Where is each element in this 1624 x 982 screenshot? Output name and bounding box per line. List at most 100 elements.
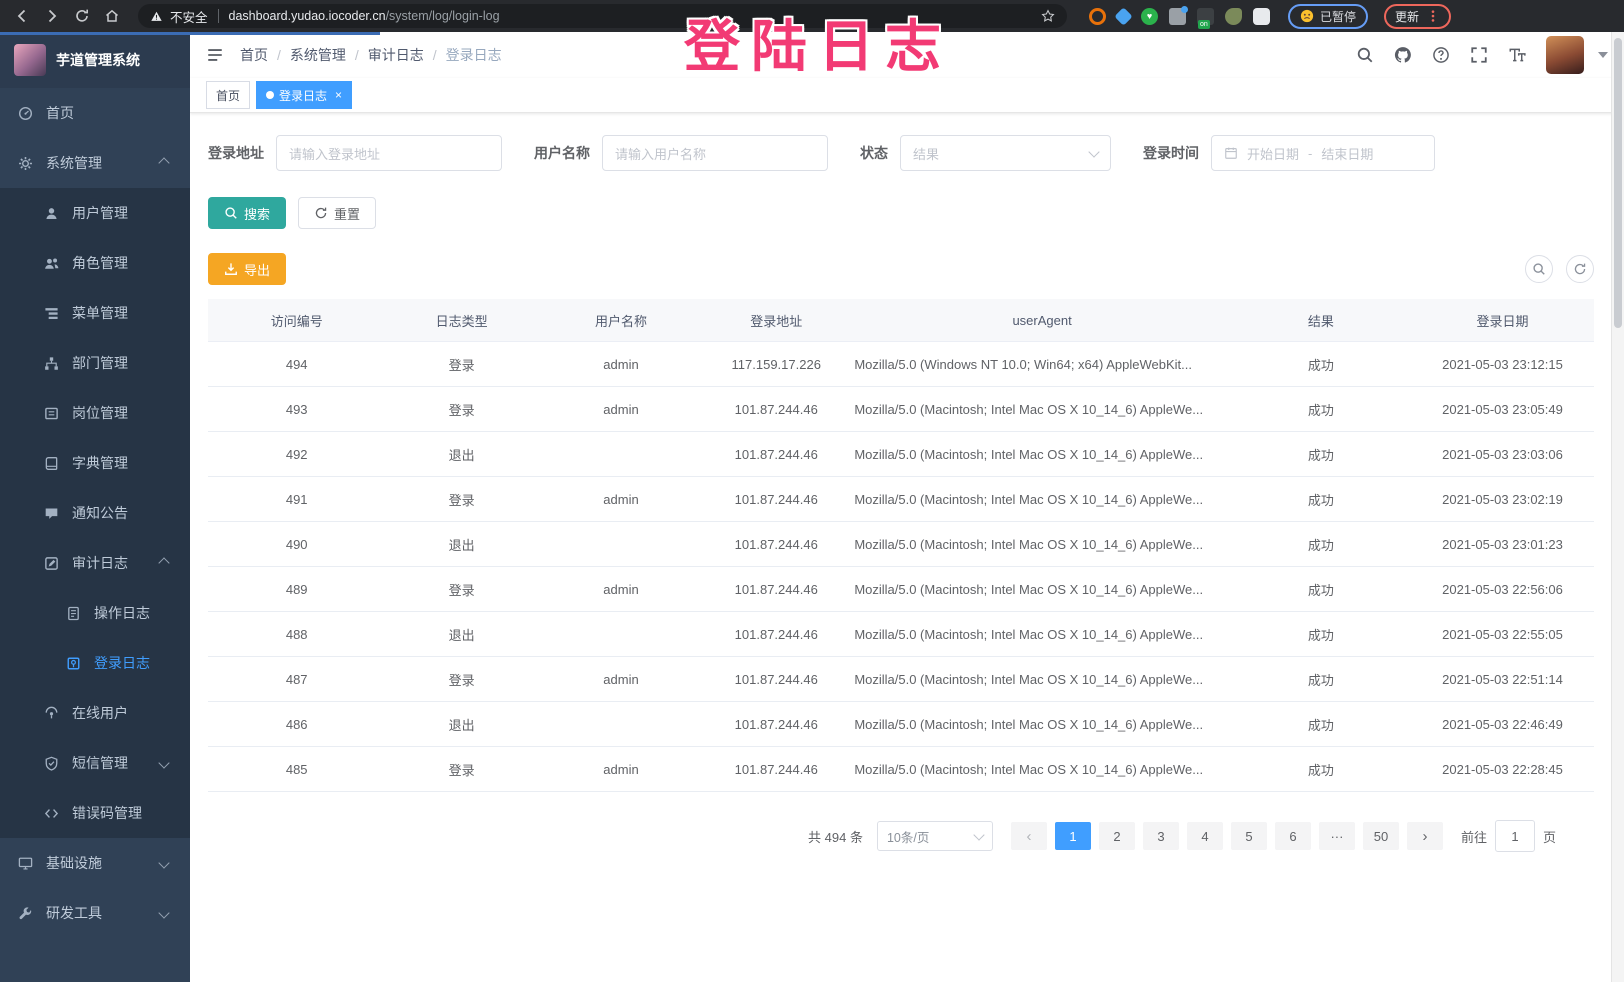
sidebar-item-message[interactable]: 通知公告 [0,488,190,538]
refresh-table-button[interactable] [1566,255,1594,283]
tabs-on-extension-icon[interactable] [1197,8,1214,25]
browser-back-icon[interactable] [10,4,34,28]
filter-form: 登录地址 请输入登录地址 用户名称 请输入用户名称 状态 结果 [208,135,1594,171]
green-heart-extension-icon[interactable]: ♥ [1141,8,1158,25]
scrollbar-thumb[interactable] [1614,38,1622,328]
table-cell: 成功 [1231,432,1411,477]
sidebar-item-logininfor[interactable]: 登录日志 [0,638,190,688]
username-input[interactable]: 请输入用户名称 [602,135,828,171]
tag-active[interactable]: 登录日志× [256,81,352,109]
insecure-warning-icon[interactable] [150,10,163,23]
sidebar-item-code[interactable]: 错误码管理 [0,788,190,838]
url-text: dashboard.yudao.iocoder.cn/system/log/lo… [229,9,500,23]
breadcrumb-item[interactable]: 首页 [240,45,268,65]
security-label: 不安全 [170,7,208,26]
date-range-picker[interactable]: 开始日期 - 结束日期 [1211,135,1435,171]
close-icon[interactable]: × [335,88,342,102]
browser-reload-icon[interactable] [70,4,94,28]
tag-item[interactable]: 首页 [206,81,250,109]
message-icon [44,506,59,521]
browser-address-bar[interactable]: 不安全 dashboard.yudao.iocoder.cn/system/lo… [138,4,1067,28]
login-log-table: 访问编号日志类型用户名称登录地址userAgent结果登录日期 494登录adm… [208,299,1594,792]
page-content: 登录地址 请输入登录地址 用户名称 请输入用户名称 状态 结果 [190,113,1624,982]
export-button[interactable]: 导出 [208,253,286,285]
table-row: 489登录admin101.87.244.46Mozilla/5.0 (Maci… [208,567,1594,612]
chevron-up-icon [158,157,169,168]
blue-shield-extension-icon[interactable] [1114,7,1132,25]
sidebar-item-online[interactable]: 在线用户 [0,688,190,738]
bookmark-star-icon[interactable] [1041,9,1055,23]
sidebar-item-sms[interactable]: 短信管理 [0,738,190,788]
fullscreen-icon[interactable] [1470,46,1488,64]
sidebar-item-gear[interactable]: 系统管理 [0,138,190,188]
login-address-input[interactable]: 请输入登录地址 [276,135,502,171]
table-cell: 491 [208,477,385,522]
table-row: 490退出101.87.244.46Mozilla/5.0 (Macintosh… [208,522,1594,567]
page-button-5[interactable]: 5 [1231,822,1267,850]
hamburger-icon[interactable] [206,46,224,64]
page-button-2[interactable]: 2 [1099,822,1135,850]
sidebar-item-tree-table[interactable]: 菜单管理 [0,288,190,338]
page-button-50[interactable]: 50 [1363,822,1399,850]
sidebar-item-user[interactable]: 用户管理 [0,188,190,238]
prev-page-button[interactable]: ‹ [1011,822,1047,850]
leaf-extension-icon[interactable] [1225,8,1242,25]
page-button-1[interactable]: 1 [1055,822,1091,850]
browser-update-button[interactable]: 更新 [1384,4,1451,29]
search-button[interactable]: 搜索 [208,197,286,229]
status-select[interactable]: 结果 [900,135,1111,171]
page-button-6[interactable]: 6 [1275,822,1311,850]
goto-page-input[interactable] [1495,820,1535,852]
logo-image [14,44,46,76]
page-size-select[interactable]: 10条/页 [877,821,993,851]
browser-forward-icon[interactable] [40,4,64,28]
caret-down-icon[interactable] [1598,52,1608,58]
sidebar-item-label: 操作日志 [94,603,150,623]
breadcrumb-item[interactable]: 审计日志 [368,45,424,65]
orange-circle-extension-icon[interactable] [1089,8,1106,25]
kebab-menu-icon[interactable] [1426,9,1440,23]
apps-grid-extension-icon[interactable] [1169,8,1186,25]
chevron-down-icon [158,907,169,918]
sidebar-item-peoples[interactable]: 角色管理 [0,238,190,288]
paused-extension-badge[interactable]: 已暂停 [1288,4,1368,29]
puzzle-extension-icon[interactable] [1253,8,1270,25]
sidebar-item-form[interactable]: 操作日志 [0,588,190,638]
question-icon[interactable] [1432,46,1450,64]
more-pages-button[interactable]: ··· [1319,822,1355,850]
table-cell: 2021-05-03 22:55:05 [1411,612,1594,657]
fontsize-icon[interactable] [1508,46,1526,64]
page-button-3[interactable]: 3 [1143,822,1179,850]
sidebar-logo[interactable]: 芋道管理系统 [0,32,190,88]
table-cell: 登录 [385,387,537,432]
sidebar-item-tree[interactable]: 部门管理 [0,338,190,388]
search-icon[interactable] [1356,46,1374,64]
form-icon [66,606,81,621]
table-cell: 退出 [385,612,537,657]
sidebar-item-post[interactable]: 岗位管理 [0,388,190,438]
table-cell: 2021-05-03 22:28:45 [1411,747,1594,792]
browser-scrollbar[interactable] [1611,32,1624,982]
sidebar-item-dashboard[interactable]: 首页 [0,88,190,138]
page-button-4[interactable]: 4 [1187,822,1223,850]
sidebar-item-label: 首页 [46,103,74,123]
paused-badge-label: 已暂停 [1320,8,1356,25]
sidebar-item-dict[interactable]: 字典管理 [0,438,190,488]
table-cell: 2021-05-03 23:02:19 [1411,477,1594,522]
dashboard-icon [18,106,33,121]
table-cell: 101.87.244.46 [704,477,848,522]
table-cell: 492 [208,432,385,477]
next-page-button[interactable]: › [1407,822,1443,850]
sidebar-item-tool[interactable]: 研发工具 [0,888,190,938]
avatar[interactable] [1546,36,1584,74]
goto-suffix: 页 [1543,827,1556,846]
github-icon[interactable] [1394,46,1412,64]
toggle-search-button[interactable] [1525,255,1553,283]
reset-button[interactable]: 重置 [298,197,376,229]
browser-home-icon[interactable] [100,4,124,28]
table-cell: 486 [208,702,385,747]
table-cell: 2021-05-03 23:01:23 [1411,522,1594,567]
sidebar-item-log[interactable]: 审计日志 [0,538,190,588]
sidebar-item-monitor[interactable]: 基础设施 [0,838,190,888]
breadcrumb-item[interactable]: 系统管理 [290,45,346,65]
